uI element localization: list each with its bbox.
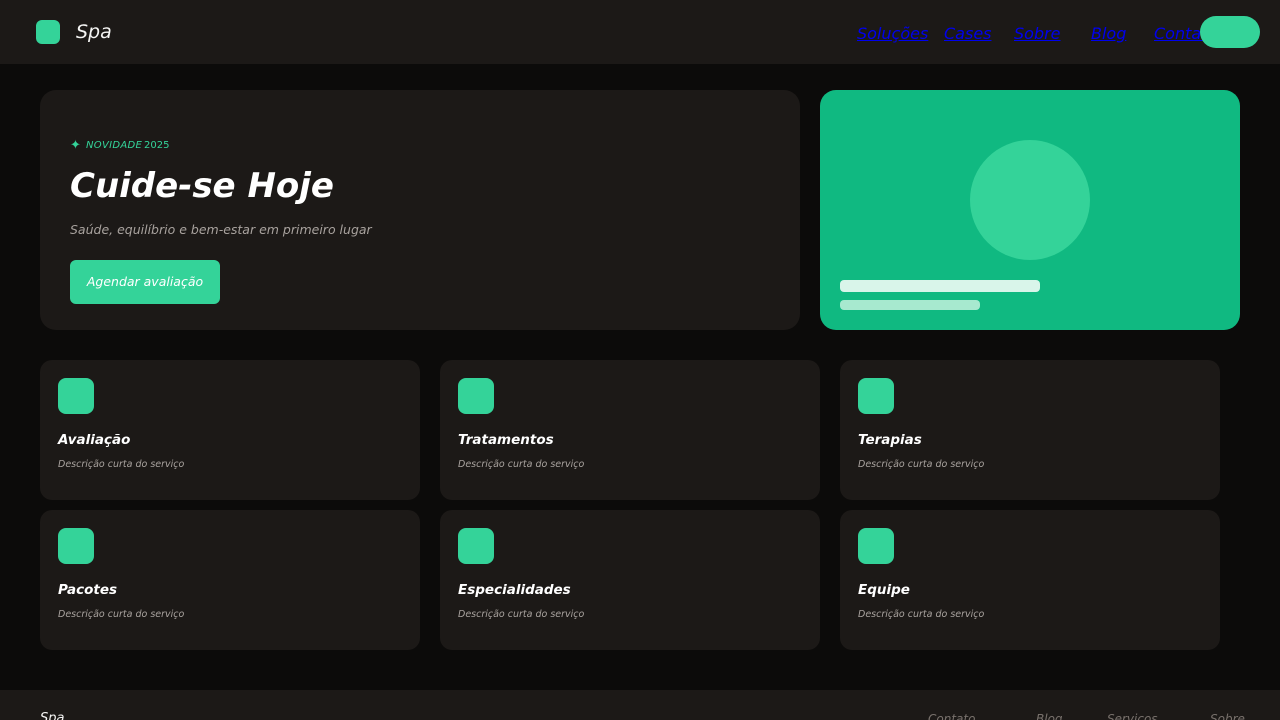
service-title: Especialidades (458, 582, 571, 598)
hero-card: ✦ NOVIDADE 2025 Cuide-se Hoje Saúde, equ… (40, 90, 800, 330)
badge-year: 2025 (144, 140, 170, 151)
footer-link-blog[interactable]: Blog (1036, 711, 1063, 720)
service-description: Descrição curta do serviço (58, 609, 185, 620)
service-card-equipe[interactable]: Equipe Descrição curta do serviço (840, 510, 1220, 650)
footer-link-sobre[interactable]: Sobre (1210, 711, 1245, 720)
service-title: Tratamentos (458, 432, 554, 448)
service-description: Descrição curta do serviço (858, 609, 985, 620)
nav-link-sobre[interactable]: Sobre (1014, 24, 1061, 43)
service-description: Descrição curta do serviço (458, 459, 585, 470)
service-title: Avaliação (58, 432, 131, 448)
schedule-evaluation-button[interactable]: Agendar avaliação (70, 260, 220, 304)
service-description: Descrição curta do serviço (858, 459, 985, 470)
service-icon (58, 378, 94, 414)
footer-brand[interactable]: Spa (40, 710, 64, 720)
illustration-circle (970, 140, 1090, 260)
hero-title: Cuide-se Hoje (70, 166, 334, 206)
service-description: Descrição curta do serviço (58, 459, 185, 470)
nav-link-solucoes[interactable]: Soluções (857, 24, 928, 43)
service-description: Descrição curta do serviço (458, 609, 585, 620)
service-icon (458, 528, 494, 564)
hero-visual-card (820, 90, 1240, 330)
hero-subtitle: Saúde, equilíbrio e bem-estar em primeir… (70, 222, 372, 237)
nav-link-cases[interactable]: Cases (944, 24, 992, 43)
service-card-avaliacao[interactable]: Avaliação Descrição curta do serviço (40, 360, 420, 500)
service-title: Pacotes (58, 582, 118, 598)
placeholder-line-short (840, 300, 980, 310)
service-card-especialidades[interactable]: Especialidades Descrição curta do serviç… (440, 510, 820, 650)
brand-name[interactable]: Spa (76, 19, 112, 45)
service-icon (458, 378, 494, 414)
footer-link-servicos[interactable]: Serviços (1107, 711, 1158, 720)
service-title: Equipe (858, 582, 910, 598)
top-navbar: Spa Soluções Cases Sobre Blog Contato (0, 0, 1280, 64)
footer: Spa Contato Blog Serviços Sobre (0, 690, 1280, 720)
service-icon (858, 528, 894, 564)
nav-link-blog[interactable]: Blog (1091, 24, 1126, 43)
service-icon (58, 528, 94, 564)
badge-label: NOVIDADE (86, 140, 143, 151)
footer-link-contato[interactable]: Contato (928, 711, 975, 720)
sparkle-icon: ✦ (70, 138, 81, 153)
service-card-terapias[interactable]: Terapias Descrição curta do serviço (840, 360, 1220, 500)
service-card-pacotes[interactable]: Pacotes Descrição curta do serviço (40, 510, 420, 650)
logo-icon[interactable] (36, 20, 60, 44)
service-card-tratamentos[interactable]: Tratamentos Descrição curta do serviço (440, 360, 820, 500)
service-title: Terapias (858, 432, 922, 448)
header-cta-button[interactable] (1200, 16, 1260, 48)
service-icon (858, 378, 894, 414)
placeholder-line (840, 280, 1040, 292)
